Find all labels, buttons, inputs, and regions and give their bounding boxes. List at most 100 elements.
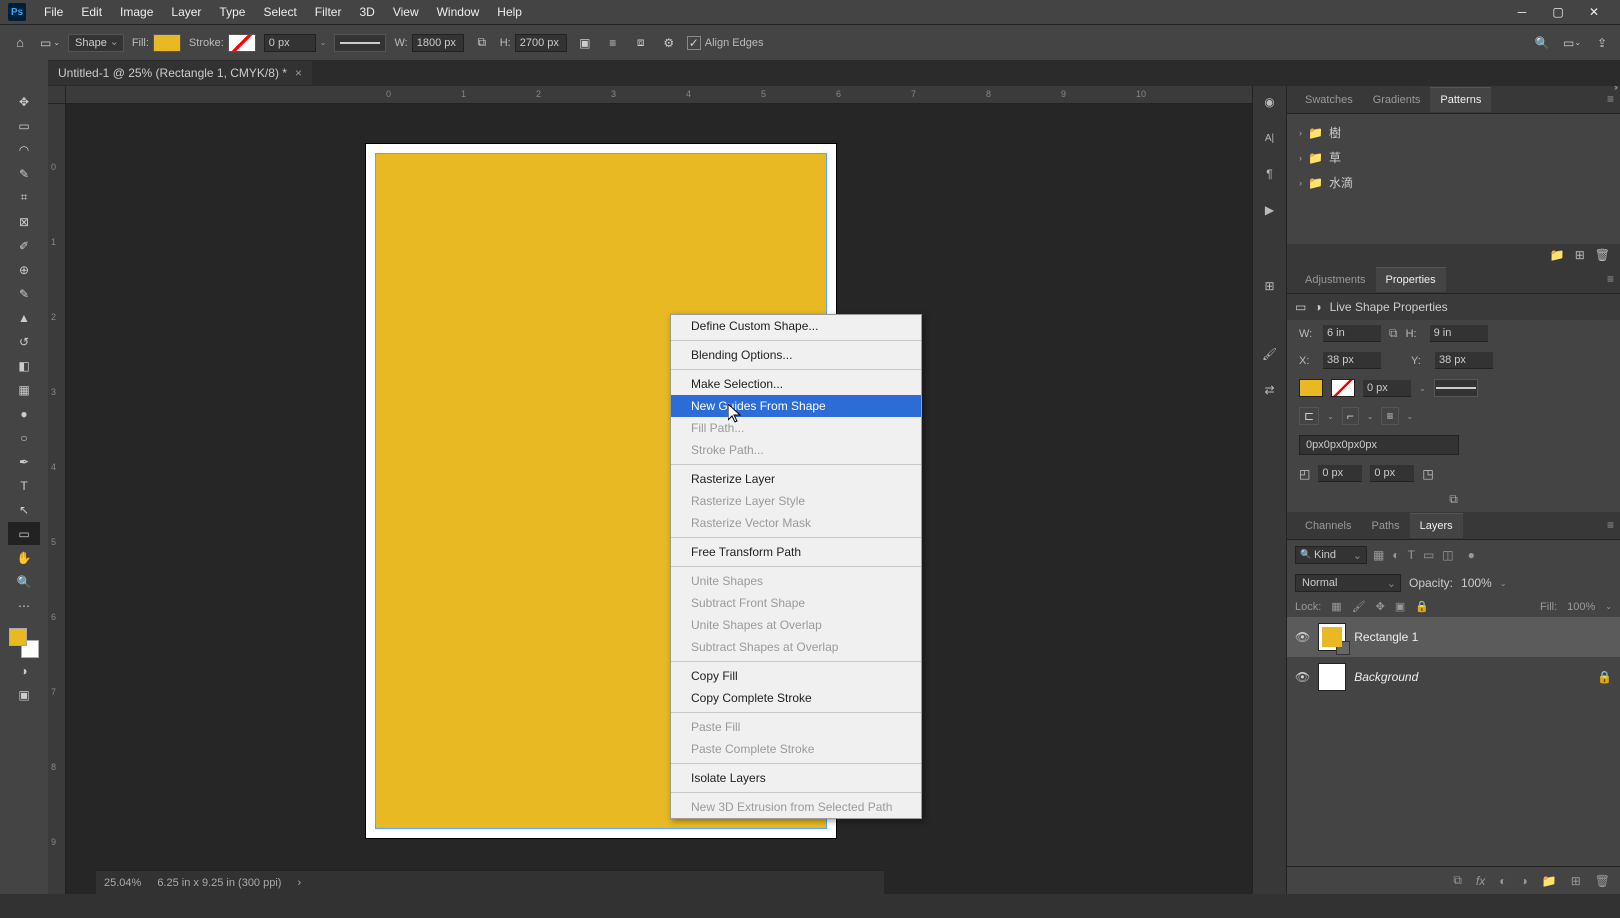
- tab-adjustments[interactable]: Adjustments: [1295, 268, 1376, 292]
- lock-transparent-icon[interactable]: ▦: [1331, 600, 1341, 613]
- context-menu-item[interactable]: Isolate Layers: [671, 767, 921, 789]
- blur-tool[interactable]: ●: [8, 402, 40, 425]
- window-minimize[interactable]: ─: [1504, 0, 1540, 24]
- context-menu-item[interactable]: Copy Fill: [671, 665, 921, 687]
- menu-file[interactable]: File: [36, 1, 71, 23]
- home-icon[interactable]: ⌂: [8, 31, 32, 55]
- history-brush-tool[interactable]: ↺: [8, 330, 40, 353]
- tab-gradients[interactable]: Gradients: [1363, 88, 1431, 112]
- group-icon[interactable]: 📁: [1542, 874, 1557, 888]
- eyedropper-tool[interactable]: ✐: [8, 234, 40, 257]
- stroke-swatch[interactable]: [228, 34, 256, 52]
- tab-paths[interactable]: Paths: [1361, 514, 1409, 538]
- blend-mode-select[interactable]: Normal: [1295, 574, 1401, 592]
- paragraph-panel-icon[interactable]: ¶: [1260, 164, 1280, 184]
- window-close[interactable]: ✕: [1576, 0, 1612, 24]
- hand-tool[interactable]: ✋: [8, 546, 40, 569]
- new-layer-icon[interactable]: ⊞: [1571, 874, 1581, 888]
- tab-patterns[interactable]: Patterns: [1430, 87, 1491, 112]
- menu-type[interactable]: Type: [211, 1, 253, 23]
- panel-menu-icon[interactable]: ≡: [1607, 272, 1614, 286]
- layer-name[interactable]: Rectangle 1: [1354, 630, 1418, 644]
- menu-help[interactable]: Help: [489, 1, 530, 23]
- context-menu-item[interactable]: Copy Complete Stroke: [671, 687, 921, 709]
- tab-channels[interactable]: Channels: [1295, 514, 1361, 538]
- marquee-tool[interactable]: ▭: [8, 114, 40, 137]
- close-icon[interactable]: ×: [295, 66, 302, 80]
- opacity-value[interactable]: 100%: [1461, 576, 1492, 590]
- prop-x-input[interactable]: 38 px: [1323, 352, 1381, 369]
- fill-value[interactable]: 100%: [1567, 601, 1595, 613]
- crop-tool[interactable]: ⌗: [8, 186, 40, 209]
- new-item-icon[interactable]: ⊞: [1575, 248, 1585, 262]
- ruler-origin[interactable]: [48, 86, 66, 104]
- rectangle-tool[interactable]: ▭: [8, 522, 40, 545]
- layer-filter-select[interactable]: Kind: [1295, 546, 1367, 564]
- move-tool[interactable]: ✥: [8, 90, 40, 113]
- filter-smart-icon[interactable]: ◫: [1442, 548, 1453, 562]
- brush-tool[interactable]: ✎: [8, 282, 40, 305]
- brush-panel-icon[interactable]: 🖌: [1260, 344, 1280, 364]
- window-maximize[interactable]: ▢: [1540, 0, 1576, 24]
- filter-type-icon[interactable]: T: [1408, 548, 1415, 562]
- context-menu-item[interactable]: Free Transform Path: [671, 541, 921, 563]
- tab-properties[interactable]: Properties: [1376, 267, 1446, 292]
- lock-artboard-icon[interactable]: ▣: [1395, 600, 1405, 613]
- tab-swatches[interactable]: Swatches: [1295, 88, 1363, 112]
- panel-menu-icon[interactable]: ≡: [1607, 92, 1614, 106]
- lock-icon[interactable]: 🔒: [1597, 670, 1612, 684]
- search-icon[interactable]: 🔍: [1532, 33, 1552, 53]
- menu-view[interactable]: View: [385, 1, 427, 23]
- path-operations-icon[interactable]: ▣: [575, 33, 595, 53]
- context-menu-item[interactable]: Make Selection...: [671, 373, 921, 395]
- edit-toolbar[interactable]: ⋯: [8, 594, 40, 617]
- prop-stroke-style[interactable]: [1434, 379, 1478, 397]
- screen-mode-tool[interactable]: ▣: [8, 683, 40, 706]
- filter-shape-icon[interactable]: ▭: [1423, 548, 1434, 562]
- pattern-folder[interactable]: ›📁樹: [1293, 120, 1614, 145]
- shape-mode-select[interactable]: Shape: [68, 34, 124, 52]
- stamp-tool[interactable]: ▲: [8, 306, 40, 329]
- layer-item[interactable]: 👁 Rectangle 1: [1287, 617, 1620, 657]
- context-menu-item[interactable]: Define Custom Shape...: [671, 315, 921, 337]
- canvas-area[interactable]: 0 1 2 3 4 5 6 7 8 9 10 0 1 2 3 4 5 6 7 8…: [48, 86, 1252, 894]
- share-icon[interactable]: ⇪: [1592, 33, 1612, 53]
- workspace-icon[interactable]: ▭⌄: [1562, 33, 1582, 53]
- pattern-folder[interactable]: ›📁水滴: [1293, 170, 1614, 195]
- prop-fill-swatch[interactable]: [1299, 379, 1323, 397]
- trash-icon[interactable]: 🗑: [1595, 248, 1610, 262]
- fill-swatch[interactable]: [153, 34, 181, 52]
- document-tab[interactable]: Untitled-1 @ 25% (Rectangle 1, CMYK/8) *…: [48, 61, 312, 85]
- zoom-tool[interactable]: 🔍: [8, 570, 40, 593]
- prop-height-input[interactable]: 9 in: [1430, 325, 1488, 342]
- foreground-color[interactable]: [9, 628, 27, 646]
- zoom-level[interactable]: 25.04%: [104, 877, 141, 889]
- menu-image[interactable]: Image: [112, 1, 161, 23]
- panel-menu-icon[interactable]: ≡: [1607, 518, 1614, 532]
- tab-layers[interactable]: Layers: [1410, 513, 1463, 538]
- stroke-width-input[interactable]: 0 px: [264, 34, 316, 52]
- link-dimensions-icon[interactable]: ⧉: [1389, 326, 1398, 341]
- collapse-arrows-icon[interactable]: ››: [1614, 82, 1616, 92]
- cap-icon[interactable]: ⊏: [1299, 407, 1319, 425]
- visibility-icon[interactable]: 👁: [1295, 670, 1310, 684]
- corner-icon[interactable]: ⌐: [1342, 407, 1359, 425]
- adjustments-icon[interactable]: ⇄: [1260, 380, 1280, 400]
- pen-tool[interactable]: ✒: [8, 450, 40, 473]
- align-stroke-icon[interactable]: ≡: [1381, 407, 1398, 425]
- pattern-folder[interactable]: ›📁草: [1293, 145, 1614, 170]
- prop-stroke-width[interactable]: 0 px: [1363, 380, 1411, 397]
- filter-adjust-icon[interactable]: ◐: [1392, 548, 1399, 562]
- tool-preset-picker[interactable]: ▭⌄: [40, 33, 60, 53]
- healing-tool[interactable]: ⊕: [8, 258, 40, 281]
- lock-pixels-icon[interactable]: 🖌: [1352, 600, 1366, 613]
- align-edges-checkbox[interactable]: ✓: [687, 36, 701, 50]
- layer-item[interactable]: 👁 Background 🔒: [1287, 657, 1620, 697]
- adjustment-layer-icon[interactable]: ◑: [1521, 874, 1528, 888]
- menu-filter[interactable]: Filter: [307, 1, 350, 23]
- prop-radius-tr[interactable]: 0 px: [1370, 465, 1414, 482]
- path-alignment-icon[interactable]: ≡: [603, 33, 623, 53]
- prop-width-input[interactable]: 6 in: [1323, 325, 1381, 342]
- prop-stroke-swatch[interactable]: [1331, 379, 1355, 397]
- color-swatches[interactable]: [9, 628, 39, 658]
